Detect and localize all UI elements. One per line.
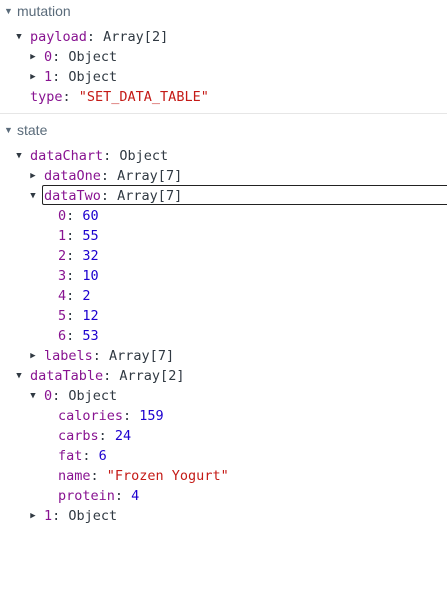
tree-value: 159 (139, 408, 164, 424)
tree-row-payload-0[interactable]: ▶ 0: Object (0, 47, 447, 67)
triangle-down-icon: ▼ (4, 125, 13, 135)
tree-row-dataTwo-0[interactable]: 0: 60 (0, 206, 447, 226)
tree-key: 4 (58, 288, 67, 304)
tree-value: Object (119, 148, 169, 164)
triangle-right-icon: ▶ (30, 171, 36, 181)
tree-key: payload (30, 29, 87, 45)
tree-value: 32 (82, 248, 99, 264)
tree-value: Array[7] (109, 348, 175, 364)
tree-key: calories (58, 408, 124, 424)
tree-key: 0 (44, 388, 53, 404)
tree-key: 1 (44, 508, 53, 524)
tree-key: protein (58, 488, 115, 504)
tree-key: name (58, 468, 91, 484)
tree-value: "SET_DATA_TABLE" (78, 89, 209, 105)
tree-key: type (30, 89, 63, 105)
tree-row-dataTwo-6[interactable]: 6: 53 (0, 326, 447, 346)
tree-row-dataTwo-4[interactable]: 4: 2 (0, 286, 447, 306)
tree-key: 0 (44, 49, 53, 65)
tree-row-payload[interactable]: ▼ payload: Array[2] (0, 27, 447, 47)
tree-row-dataOne[interactable]: ▶ dataOne: Array[7] (0, 166, 447, 186)
tree-key: labels (44, 348, 93, 364)
tree-row-dataTable[interactable]: ▼ dataTable: Array[2] (0, 366, 447, 386)
section-divider (0, 113, 447, 114)
tree-value: 53 (82, 328, 99, 344)
triangle-right-icon: ▶ (30, 72, 36, 82)
tree-key: 6 (58, 328, 67, 344)
tree-value: Array[7] (117, 188, 183, 204)
tree-key: 5 (58, 308, 67, 324)
tree-row-carbs[interactable]: carbs: 24 (0, 426, 447, 446)
tree-value: 60 (82, 208, 99, 224)
tree-key: dataTwo (44, 188, 101, 204)
tree-value: 10 (82, 268, 99, 284)
tree-value: Object (68, 69, 118, 85)
mutation-section: ▼ mutation ▼ payload: Array[2] ▶ 0: Obje… (0, 0, 447, 107)
triangle-down-icon: ▼ (30, 191, 36, 201)
tree-key: fat (58, 448, 83, 464)
tree-value: Array[2] (119, 368, 185, 384)
state-section: ▼ state ▼ dataChart: Object ▶ dataOne: A… (0, 119, 447, 526)
triangle-down-icon: ▼ (30, 391, 36, 401)
mutation-header[interactable]: ▼ mutation (0, 0, 447, 22)
tree-row-dataTwo-2[interactable]: 2: 32 (0, 246, 447, 266)
tree-value: 6 (98, 448, 107, 464)
tree-row-payload-1[interactable]: ▶ 1: Object (0, 67, 447, 87)
tree-value: 2 (82, 288, 91, 304)
triangle-down-icon: ▼ (4, 6, 13, 16)
tree-key: carbs (58, 428, 99, 444)
tree-row-dataTwo[interactable]: ▼ dataTwo: Array[7] (0, 185, 447, 206)
triangle-right-icon: ▶ (30, 511, 36, 521)
tree-key: 1 (58, 228, 67, 244)
tree-key: dataChart (30, 148, 104, 164)
tree-row-labels[interactable]: ▶ labels: Array[7] (0, 346, 447, 366)
tree-value: Array[7] (117, 168, 183, 184)
state-header-label: state (17, 122, 48, 138)
state-header[interactable]: ▼ state (0, 119, 447, 141)
tree-value: Array[2] (103, 29, 169, 45)
tree-key: 3 (58, 268, 67, 284)
tree-row-calories[interactable]: calories: 159 (0, 406, 447, 426)
triangle-down-icon: ▼ (16, 371, 22, 381)
tree-row-protein[interactable]: protein: 4 (0, 486, 447, 506)
tree-value: "Frozen Yogurt" (106, 468, 229, 484)
tree-row-dataTwo-1[interactable]: 1: 55 (0, 226, 447, 246)
tree-key: 1 (44, 69, 53, 85)
tree-row-name[interactable]: name: "Frozen Yogurt" (0, 466, 447, 486)
triangle-right-icon: ▶ (30, 351, 36, 361)
tree-row-fat[interactable]: fat: 6 (0, 446, 447, 466)
triangle-right-icon: ▶ (30, 52, 36, 62)
tree-key: 0 (58, 208, 67, 224)
tree-value: 12 (82, 308, 99, 324)
tree-value: 24 (114, 428, 132, 444)
tree-row-dataTable-0[interactable]: ▼ 0: Object (0, 386, 447, 406)
tree-row-dataTwo-5[interactable]: 5: 12 (0, 306, 447, 326)
tree-row-dataTable-1[interactable]: ▶ 1: Object (0, 506, 447, 526)
triangle-down-icon: ▼ (16, 151, 22, 161)
mutation-header-label: mutation (17, 3, 71, 19)
triangle-down-icon: ▼ (16, 32, 22, 42)
tree-key: dataTable (30, 368, 104, 384)
tree-value: Object (68, 49, 118, 65)
tree-row-type[interactable]: type: "SET_DATA_TABLE" (0, 87, 447, 107)
tree-row-dataChart[interactable]: ▼ dataChart: Object (0, 146, 447, 166)
tree-value: 55 (82, 228, 99, 244)
tree-value: Object (68, 508, 118, 524)
tree-value: Object (68, 388, 118, 404)
tree-key: dataOne (44, 168, 101, 184)
tree-value: 4 (131, 488, 140, 504)
tree-row-dataTwo-3[interactable]: 3: 10 (0, 266, 447, 286)
tree-key: 2 (58, 248, 67, 264)
